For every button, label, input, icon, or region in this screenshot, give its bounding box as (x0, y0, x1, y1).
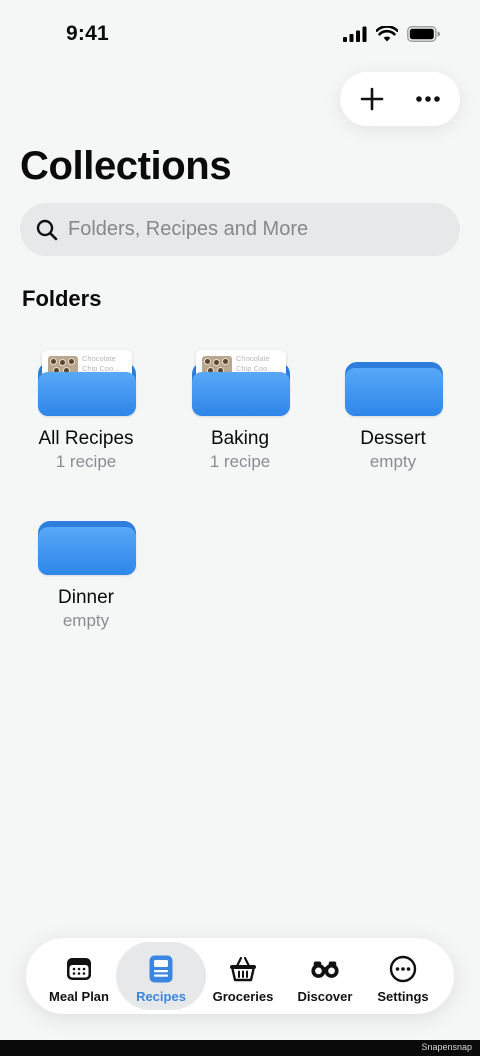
tab-discover[interactable]: Discover (280, 942, 370, 1010)
ellipsis-circle-icon (389, 955, 417, 983)
toolbar-actions (340, 72, 460, 126)
folder-count: empty (369, 452, 417, 471)
folder-count: 1 recipe (209, 452, 271, 471)
plus-icon (360, 87, 384, 111)
folder-dessert[interactable]: Dessert empty (328, 350, 458, 490)
search-input[interactable] (68, 218, 448, 241)
folder-icon (345, 350, 443, 416)
status-time: 9:41 (66, 22, 109, 45)
search-bar[interactable] (20, 203, 460, 256)
folder-name: Dinner (58, 587, 114, 608)
folder-icon: Chocolate Chip Coo... (192, 350, 290, 416)
tab-meal-plan[interactable]: Meal Plan (34, 942, 124, 1010)
more-button[interactable] (410, 81, 446, 117)
tab-label: Meal Plan (49, 989, 109, 1004)
basket-icon (230, 956, 256, 982)
folder-icon (38, 509, 136, 575)
folder-name: Baking (210, 428, 270, 449)
cellular-signal-icon (343, 26, 367, 42)
folder-icon: Chocolate Chip Coo... (38, 350, 136, 416)
folders-section-title: Folders (22, 286, 102, 311)
folder-count: empty (62, 611, 110, 630)
folder-name: Dessert (360, 428, 426, 449)
search-icon (36, 219, 58, 240)
tab-bar: Meal Plan Recipes Groceries Discover Set… (26, 938, 454, 1014)
tab-settings[interactable]: Settings (358, 942, 448, 1010)
tab-recipes[interactable]: Recipes (116, 942, 206, 1010)
binoculars-icon (311, 961, 339, 978)
folder-dinner[interactable]: Dinner empty (21, 509, 151, 649)
ellipsis-icon (416, 96, 440, 102)
tab-groceries[interactable]: Groceries (198, 942, 288, 1010)
folder-name: All Recipes (38, 428, 134, 449)
page-title: Collections (20, 144, 232, 188)
add-button[interactable] (354, 81, 390, 117)
tab-label: Recipes (136, 989, 186, 1004)
recipe-preview-title: Chocolate Chip Coo... (82, 354, 120, 373)
recipe-preview-title: Chocolate Chip Coo... (236, 354, 274, 373)
folder-count: 1 recipe (55, 452, 117, 471)
watermark-bar: Snapensnap (0, 1040, 480, 1056)
recipe-card-icon (149, 955, 173, 983)
battery-icon (407, 26, 440, 42)
tab-label: Discover (297, 989, 353, 1004)
wifi-icon (376, 26, 398, 42)
status-bar: 9:41 (0, 0, 480, 72)
status-icons (343, 26, 440, 42)
tab-label: Settings (377, 989, 429, 1004)
tab-label: Groceries (212, 989, 274, 1004)
calendar-icon (67, 958, 91, 980)
folder-baking[interactable]: Chocolate Chip Coo... Baking 1 recipe (175, 350, 305, 490)
folder-all-recipes[interactable]: Chocolate Chip Coo... All Recipes 1 reci… (21, 350, 151, 490)
watermark-text: Snapensnap (421, 1042, 472, 1052)
